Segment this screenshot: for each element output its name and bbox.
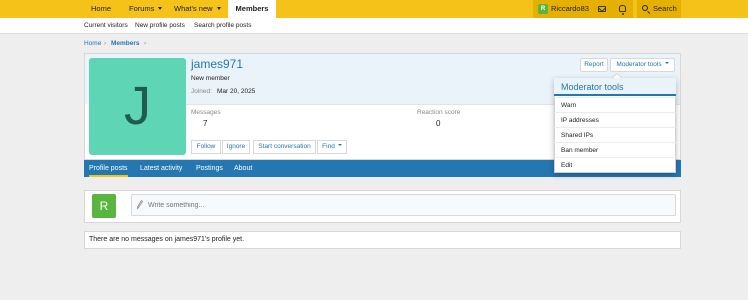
messages-count[interactable]: 7 xyxy=(203,119,207,128)
chevron-down-icon[interactable] xyxy=(216,6,221,10)
user-name[interactable]: Riccardo83 xyxy=(551,0,589,18)
moderator-tools-label: Moderator tools xyxy=(616,61,662,68)
subnav-search-profile-posts[interactable]: Search profile posts xyxy=(194,18,251,34)
nav-forums-label: Forums xyxy=(129,4,155,13)
find-label: Find xyxy=(322,143,335,150)
start-conversation-button[interactable]: Start conversation xyxy=(253,140,316,154)
find-button[interactable]: Find xyxy=(317,140,347,154)
joined-label: Joined: xyxy=(191,88,212,95)
subnav-new-profile-posts[interactable]: New profile posts xyxy=(135,18,185,34)
menu-item-shared-ips[interactable]: Shared IPs xyxy=(554,127,676,142)
search-label[interactable]: Search xyxy=(653,0,677,18)
profile-role: New member xyxy=(191,75,230,82)
menu-title: Moderator tools xyxy=(561,82,624,92)
nav-whats-new-label: What's new xyxy=(174,4,213,13)
breadcrumb-separator: › xyxy=(144,40,147,47)
chevron-down-icon[interactable] xyxy=(664,62,669,65)
nav-members[interactable]: Members xyxy=(228,0,276,18)
write-something-input[interactable] xyxy=(131,194,676,216)
follow-button[interactable]: Follow xyxy=(191,140,221,154)
user-avatar[interactable]: R xyxy=(538,4,548,14)
breadcrumb-members[interactable]: Members xyxy=(111,40,140,47)
envelope-icon[interactable] xyxy=(598,6,606,12)
tab-postings[interactable]: Postings xyxy=(196,160,223,177)
nav-home[interactable]: Home xyxy=(91,0,111,18)
profile-avatar[interactable]: J xyxy=(89,58,186,155)
tab-latest-activity[interactable]: Latest activity xyxy=(140,160,182,177)
reaction-score-value[interactable]: 0 xyxy=(436,119,440,128)
tab-profile-posts[interactable]: Profile posts xyxy=(89,160,128,177)
chevron-down-icon[interactable] xyxy=(158,6,163,10)
top-nav-bar xyxy=(0,0,748,18)
pencil-icon xyxy=(137,200,143,209)
tab-about[interactable]: About xyxy=(234,160,252,177)
messages-label: Messages xyxy=(191,109,221,116)
joined-date: Mar 20, 2025 xyxy=(217,88,256,95)
profile-username[interactable]: james971 xyxy=(191,57,243,71)
bell-icon[interactable] xyxy=(619,5,626,15)
nav-forums[interactable]: Forums xyxy=(129,0,163,18)
breadcrumb-home[interactable]: Home xyxy=(84,40,101,47)
menu-item-ban-member[interactable]: Ban member xyxy=(554,142,676,157)
subnav-current-visitors[interactable]: Current visitors xyxy=(84,18,128,34)
ignore-button[interactable]: Ignore xyxy=(222,140,250,154)
search-icon[interactable] xyxy=(642,5,648,11)
chevron-down-icon[interactable] xyxy=(337,144,342,147)
current-user-avatar[interactable]: R xyxy=(92,194,116,218)
menu-item-warn[interactable]: Warn xyxy=(554,97,676,112)
breadcrumb-separator: › xyxy=(104,40,107,47)
empty-messages-text: There are no messages on james971's prof… xyxy=(89,236,245,243)
report-button[interactable]: Report xyxy=(580,58,608,72)
moderator-tools-button[interactable]: Moderator tools xyxy=(610,58,675,72)
nav-whats-new[interactable]: What's new xyxy=(174,0,221,18)
menu-item-ip-addresses[interactable]: IP addresses xyxy=(554,112,676,127)
menu-item-edit[interactable]: Edit xyxy=(554,157,676,172)
reaction-score-label: Reaction score xyxy=(417,109,461,116)
